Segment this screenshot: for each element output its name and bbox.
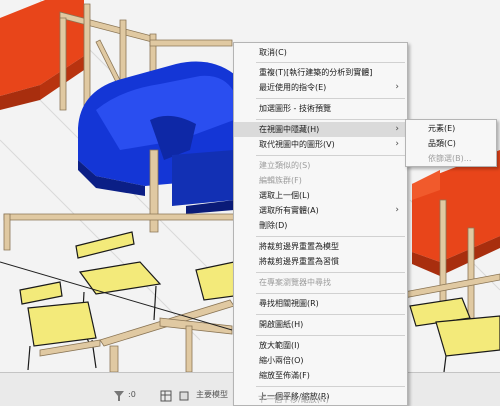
context-menu: 取消(C) 重複(T)[執行建築的分析到實體] 最近使用的指令(E) › 加選圖形… <box>233 42 408 406</box>
recent-label: 最近使用的指令(E) <box>259 83 327 92</box>
menu-item-find-referring-views[interactable]: 尋找相關視圖(R) <box>234 296 407 311</box>
menu-item-delete[interactable]: 刪除(D) <box>234 218 407 233</box>
submenu-item-by-filter[interactable]: 依篩選(B)... <box>406 151 496 166</box>
menu-item-edit-family[interactable]: 編輯族群(F) <box>234 173 407 188</box>
menu-item-add-graphics[interactable]: 加選圖形 - 技術預覽 <box>234 101 407 116</box>
menu-item-zoom-fit[interactable]: 縮放至佈滿(F) <box>234 368 407 383</box>
submenu-item-elements[interactable]: 元素(E) <box>406 121 496 136</box>
menu-item-override-graphics[interactable]: 取代視圖中的圖形(V) › <box>234 137 407 152</box>
submenu-arrow-icon: › <box>395 82 399 92</box>
menu-item-recent[interactable]: 最近使用的指令(E) › <box>234 80 407 95</box>
submenu-arrow-icon: › <box>395 205 399 215</box>
menu-item-reset-crop-sheet[interactable]: 將裁剪邊界重置為習慣 <box>234 254 407 269</box>
submenu-item-category[interactable]: 品類(C) <box>406 136 496 151</box>
menu-item-next-pan-zoom[interactable]: 下一個平移/縮放(N) <box>233 394 406 405</box>
menu-item-select-previous[interactable]: 選取上一個(L) <box>234 188 407 203</box>
menu-item-repeat[interactable]: 重複(T)[執行建築的分析到實體] <box>234 65 407 80</box>
menu-item-zoom-out[interactable]: 縮小兩倍(O) <box>234 353 407 368</box>
menu-item-select-all-instances[interactable]: 選取所有實體(A) › <box>234 203 407 218</box>
submenu-arrow-icon: › <box>395 139 399 149</box>
hide-in-view-submenu: 元素(E) 品類(C) 依篩選(B)... <box>405 119 497 167</box>
hide-in-view-label: 在視圖中隱藏(H) <box>259 125 320 134</box>
menu-item-create-similar[interactable]: 建立類似的(S) <box>234 158 407 173</box>
submenu-arrow-icon: › <box>395 124 399 134</box>
model-label[interactable]: 主要模型 <box>196 388 228 402</box>
override-graphics-label: 取代視圖中的圖形(V) <box>259 140 335 149</box>
layers-icon[interactable] <box>178 390 190 402</box>
select-all-instances-label: 選取所有實體(A) <box>259 206 319 215</box>
menu-item-zoom-in[interactable]: 放大範圍(I) <box>234 338 407 353</box>
menu-item-open-sheet[interactable]: 開啟圖紙(H) <box>234 317 407 332</box>
menu-item-reset-crop-model[interactable]: 將裁剪邊界重置為模型 <box>234 239 407 254</box>
scale-value: :0 <box>128 390 136 399</box>
filter-icon[interactable] <box>113 390 125 402</box>
menu-item-find-in-browser[interactable]: 在專案瀏覽器中尋找 <box>234 275 407 290</box>
menu-item-hide-in-view[interactable]: 在視圖中隱藏(H) › <box>234 122 407 137</box>
menu-item-cancel[interactable]: 取消(C) <box>234 45 407 60</box>
table-icon[interactable] <box>160 390 172 402</box>
